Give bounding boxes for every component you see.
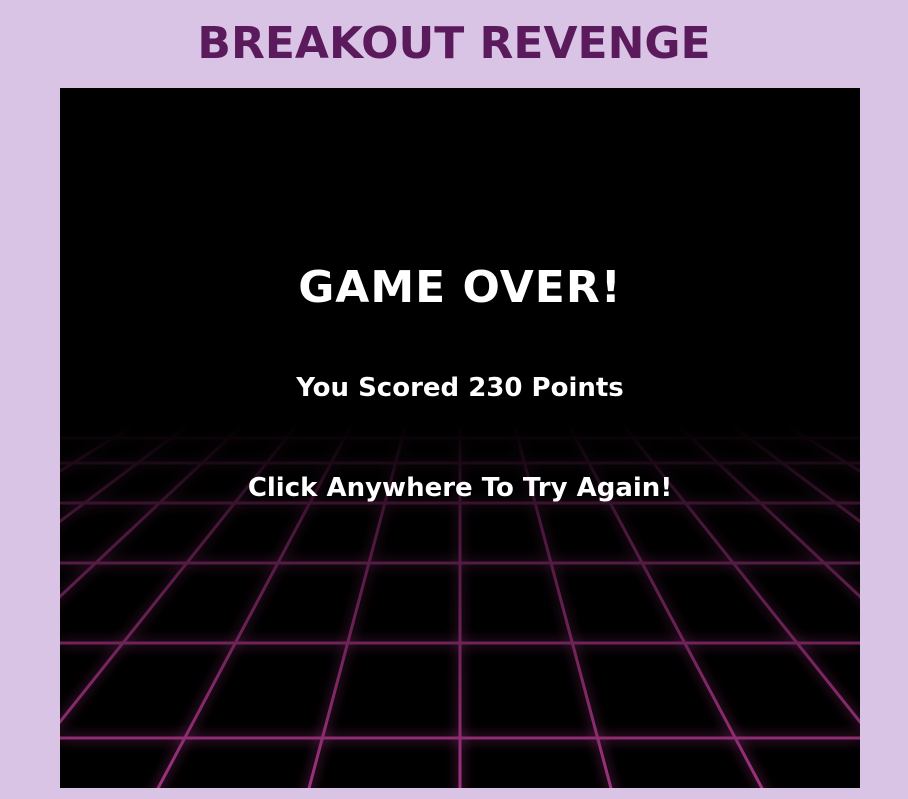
neon-grid-floor (60, 88, 860, 788)
retry-message: Click Anywhere To Try Again! (247, 473, 673, 503)
game-canvas[interactable]: GAME OVER! You Scored 230 Points Click A… (60, 88, 860, 788)
game-over-title: GAME OVER! (298, 262, 622, 313)
score-message: You Scored 230 Points (296, 373, 624, 403)
page-title: BREAKOUT REVENGE (197, 18, 711, 69)
